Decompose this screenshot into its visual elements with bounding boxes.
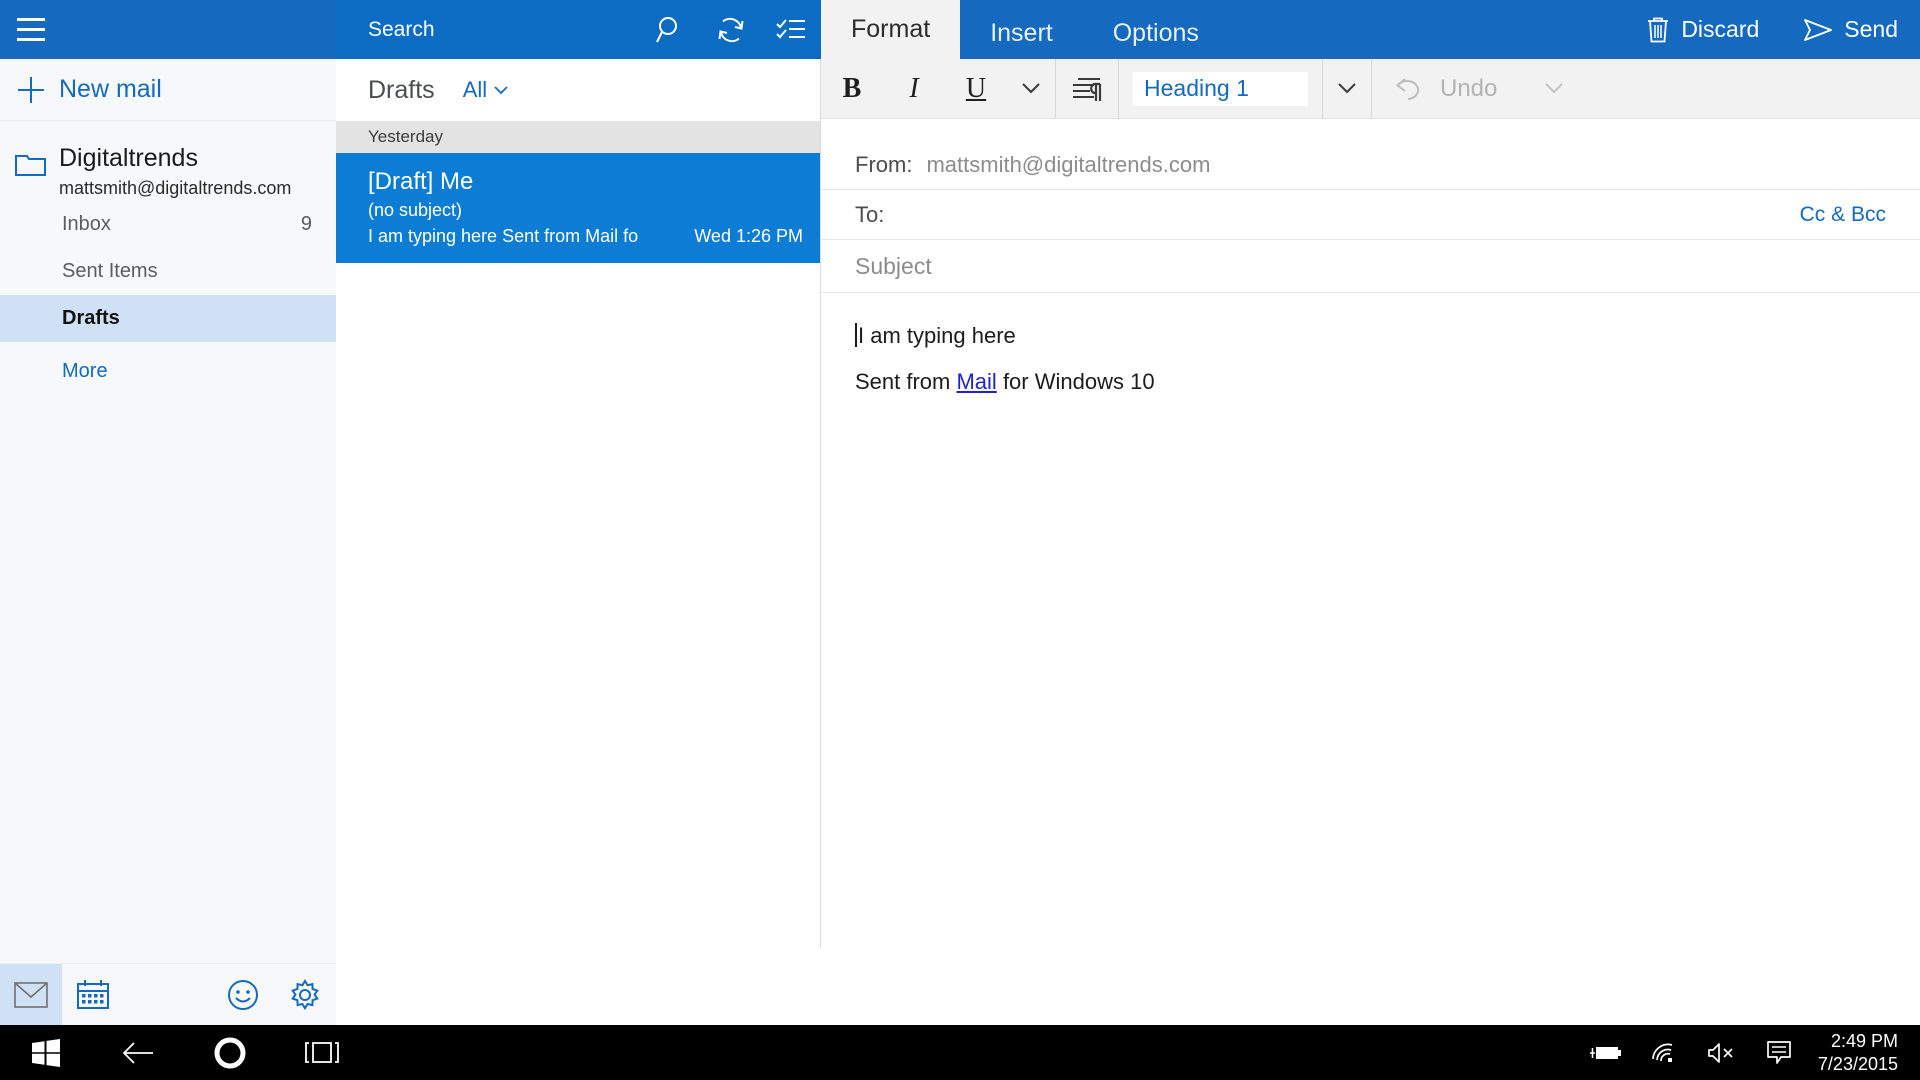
calendar-icon[interactable]	[62, 964, 124, 1025]
list-filter-dropdown[interactable]: All	[463, 77, 508, 103]
sidebar-item-inbox[interactable]: Inbox 9	[0, 201, 336, 248]
tab-label: Options	[1112, 19, 1199, 47]
sidebar-item-drafts[interactable]: Drafts	[0, 295, 336, 342]
message-body-editor[interactable]: I am typing here Sent from Mail for Wind…	[821, 293, 1920, 397]
discard-label: Discard	[1681, 16, 1760, 42]
cortana-circle-icon[interactable]	[184, 1025, 276, 1080]
new-mail-button[interactable]: New mail	[0, 59, 336, 121]
more-folders-link[interactable]: More	[0, 342, 336, 383]
undo-button[interactable]: Undo	[1372, 74, 1564, 103]
signature-pre: Sent from	[855, 369, 957, 394]
folder-list: Inbox 9 Sent Items Drafts	[0, 201, 336, 342]
feedback-smiley-icon[interactable]	[212, 964, 274, 1025]
tab-insert[interactable]: Insert	[960, 8, 1083, 59]
account-name: Digitaltrends	[59, 144, 198, 172]
new-mail-label: New mail	[59, 75, 162, 103]
ribbon-tab-bar: Format Insert Options Discard Send	[821, 0, 1920, 59]
windows-start-icon[interactable]	[0, 1025, 92, 1080]
search-input[interactable]: Search	[368, 18, 641, 42]
style-more-chevron-down-icon[interactable]	[1323, 59, 1371, 119]
sidebar-footer-bar	[0, 963, 336, 1025]
tab-label: Format	[851, 15, 931, 43]
sidebar-item-sent-items[interactable]: Sent Items	[0, 248, 336, 295]
signature-mail-link[interactable]: Mail	[956, 369, 996, 394]
from-field-row: From: mattsmith@digitaltrends.com	[821, 140, 1920, 190]
windows-taskbar: 2:49 PM 7/23/2015	[0, 1025, 1920, 1080]
compose-pane: Format Insert Options Discard Send B I U…	[821, 0, 1920, 1025]
settings-gear-icon[interactable]	[274, 964, 336, 1025]
clock-time: 2:49 PM	[1830, 1030, 1898, 1051]
send-label: Send	[1844, 16, 1898, 42]
action-center-icon[interactable]	[1750, 1025, 1808, 1080]
message-list-pane: Search Drafts All Yesterday [Draft] Me (…	[336, 0, 821, 1025]
mail-icon[interactable]	[0, 964, 62, 1025]
paragraph-mark-icon[interactable]	[1056, 59, 1118, 119]
send-button[interactable]: Send	[1781, 0, 1920, 59]
plus-icon	[14, 73, 48, 107]
underline-button[interactable]: U	[945, 59, 1007, 119]
hamburger-icon[interactable]	[0, 0, 62, 59]
select-mode-icon[interactable]	[761, 0, 821, 59]
to-label: To:	[855, 201, 885, 227]
navigation-sidebar: New mail Digitaltrends mattsmith@digital…	[0, 0, 336, 1025]
wifi-icon[interactable]	[1634, 1025, 1692, 1080]
tab-options[interactable]: Options	[1083, 8, 1229, 59]
undo-label: Undo	[1440, 74, 1498, 102]
back-arrow-icon[interactable]	[92, 1025, 184, 1080]
message-subject: (no subject)	[368, 200, 463, 220]
account-email: mattsmith@digitaltrends.com	[59, 178, 292, 198]
bold-button[interactable]: B	[821, 59, 883, 119]
to-field-row: To: Cc & Bcc	[821, 190, 1920, 240]
message-sender: [Draft] Me	[368, 168, 474, 195]
clock-date: 7/23/2015	[1817, 1053, 1898, 1074]
task-view-icon[interactable]	[276, 1025, 368, 1080]
search-bar: Search	[336, 0, 821, 59]
from-value[interactable]: mattsmith@digitaltrends.com	[926, 152, 1886, 178]
list-title: Drafts	[368, 75, 435, 104]
search-icon[interactable]	[641, 0, 701, 59]
format-toolbar: B I U Heading 1 Undo	[821, 58, 1920, 119]
speaker-muted-icon[interactable]	[1692, 1025, 1750, 1080]
folder-label: Inbox	[62, 213, 111, 235]
footer-spacer	[124, 964, 212, 1025]
body-signature: Sent from Mail for Windows 10	[855, 367, 1886, 397]
cc-bcc-link[interactable]: Cc & Bcc	[1800, 203, 1886, 227]
message-preview: I am typing here Sent from Mail fo	[368, 226, 639, 246]
undo-arrow-icon	[1395, 77, 1420, 100]
folder-icon	[14, 149, 48, 179]
folder-label: Drafts	[62, 307, 120, 329]
font-more-chevron-down-icon[interactable]	[1007, 59, 1055, 119]
chevron-down-icon	[494, 85, 508, 94]
body-paragraph-1: I am typing here	[855, 321, 1886, 351]
body-text: I am typing here	[858, 323, 1016, 348]
folder-unread-count: 9	[300, 213, 312, 235]
list-filter-label: All	[462, 77, 488, 102]
trash-icon	[1648, 17, 1669, 42]
message-list-item[interactable]: [Draft] Me (no subject) I am typing here…	[336, 153, 821, 263]
folder-label: Sent Items	[62, 260, 158, 282]
list-header: Drafts All	[336, 59, 821, 121]
battery-charging-icon[interactable]	[1576, 1025, 1634, 1080]
undo-chevron-down-icon[interactable]	[1545, 83, 1564, 94]
subject-input[interactable]: Subject	[855, 253, 932, 280]
italic-button[interactable]: I	[883, 59, 945, 119]
message-timestamp: Wed 1:26 PM	[694, 226, 803, 246]
text-caret	[855, 323, 857, 347]
taskbar-clock[interactable]: 2:49 PM 7/23/2015	[1808, 1030, 1920, 1076]
sync-icon[interactable]	[701, 0, 761, 59]
toolbar-divider	[1118, 58, 1119, 119]
send-arrow-icon	[1804, 18, 1833, 41]
discard-button[interactable]: Discard	[1624, 0, 1781, 59]
sidebar-header	[0, 0, 336, 59]
message-group-header: Yesterday	[336, 121, 821, 153]
subject-field-row: Subject	[821, 240, 1920, 293]
paragraph-style-select[interactable]: Heading 1	[1133, 71, 1308, 106]
from-label: From:	[855, 151, 913, 177]
tab-format[interactable]: Format	[821, 0, 961, 59]
mail-app-window: New mail Digitaltrends mattsmith@digital…	[0, 0, 1920, 1080]
account-row[interactable]: Digitaltrends mattsmith@digitaltrends.co…	[0, 121, 336, 201]
signature-post: for Windows 10	[996, 369, 1155, 394]
tab-label: Insert	[990, 19, 1053, 47]
